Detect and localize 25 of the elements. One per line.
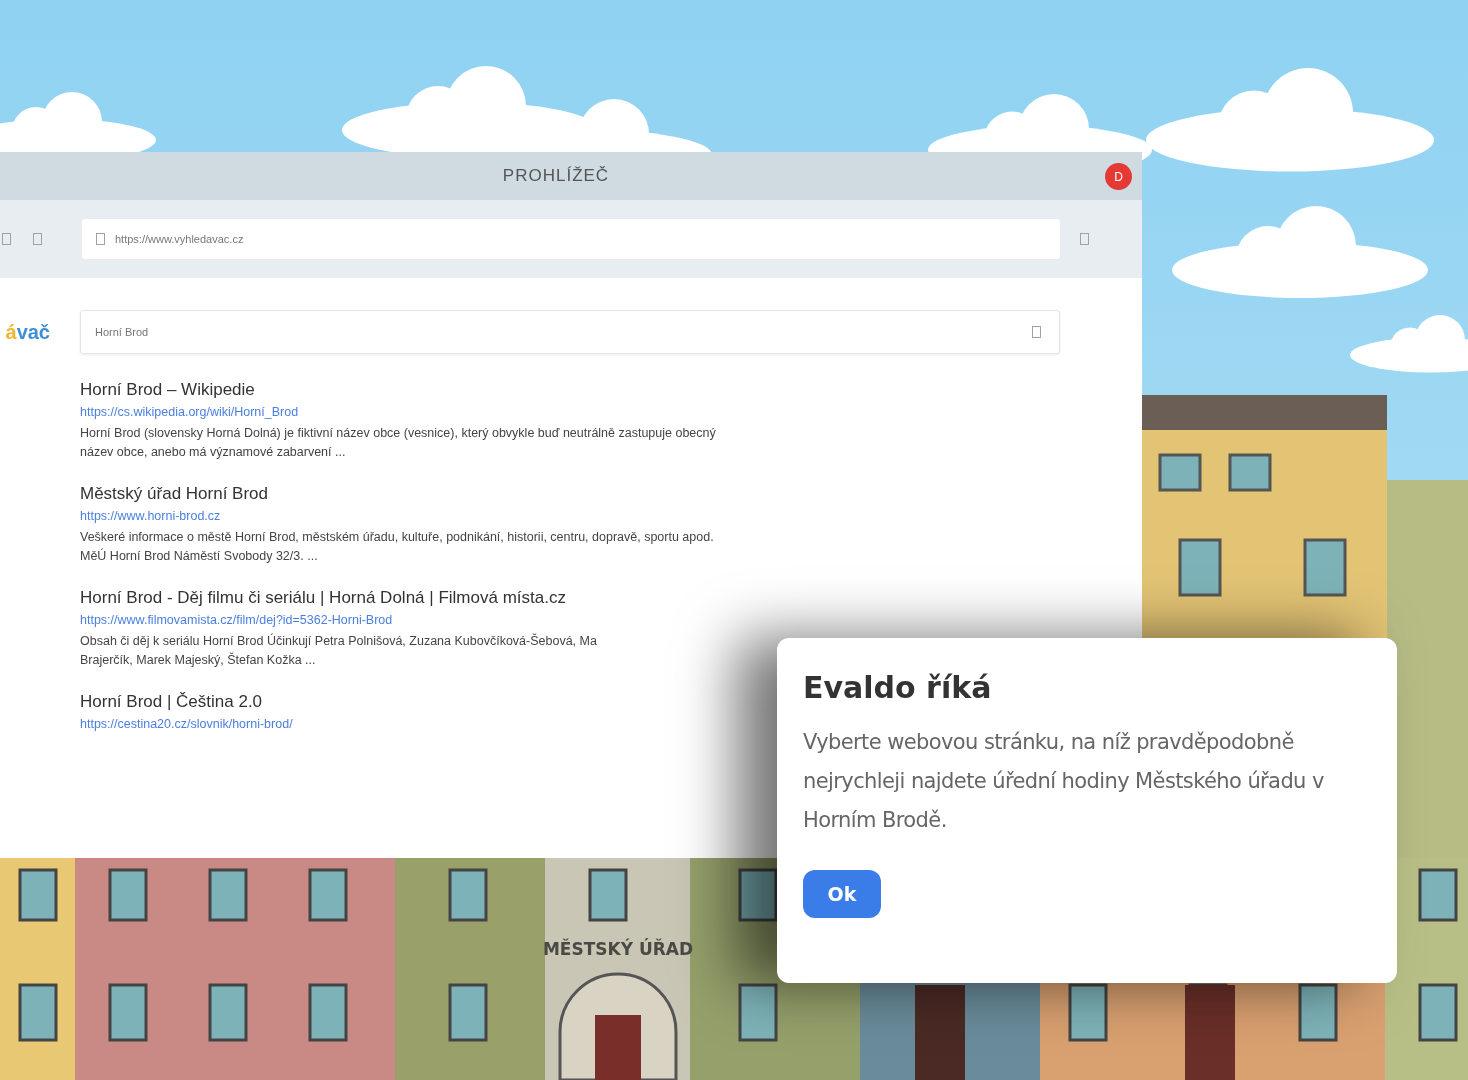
result-snippet: Obsah či děj k seriálu Horní Brod Účinkují Petra Polnišová, Zuzana Kubovčíková-Šebová, Ma Brajerčík, Marek Majeský, Štefan Kožka ... <box>80 632 598 669</box>
box-icon <box>33 233 42 245</box>
dialog-title: Evaldo říká <box>803 670 992 705</box>
result-url-link[interactable]: https://www.horni-brod.cz <box>80 509 1142 523</box>
box-icon <box>1032 326 1041 338</box>
search-engine-logo: ávač <box>4 320 51 344</box>
result-title-link[interactable]: Horní Brod - Děj filmu či seriálu | Horná Dolná | Filmová místa.cz <box>80 588 1142 608</box>
window-title: PROHLÍŽEČ <box>502 166 610 186</box>
dialog-message: Vyberte webovou stránku, na níž pravděpodobně nejrychleji najdete úřední hodiny Městského úřadu v Horním Brodě. <box>803 729 1325 834</box>
box-icon <box>2 233 11 245</box>
close-button[interactable]: D <box>1105 163 1132 190</box>
ok-button[interactable]: Ok <box>803 870 881 918</box>
box-icon <box>1080 233 1089 245</box>
box-icon <box>96 233 105 245</box>
forward-button[interactable] <box>31 231 44 247</box>
result-url-link[interactable]: https://cs.wikipedia.org/wiki/Horní_Brod <box>80 405 1142 419</box>
result-title-link[interactable]: Horní Brod – Wikipedie <box>80 380 1142 400</box>
search-field[interactable]: Horní Brod <box>80 310 1060 354</box>
result-snippet: Horní Brod (slovensky Horná Dolná) je fiktivní název obce (vesnice), který obvykle buď neutrálně zastupuje obecný název obce, anebo má významové zabarvení ... <box>80 425 717 461</box>
result-title-link[interactable]: Městský úřad Horní Brod <box>80 484 1142 504</box>
back-button[interactable] <box>0 231 13 247</box>
address-bar[interactable]: https://www.vyhledavac.cz <box>82 219 1060 259</box>
result-snippet: Veškeré informace o městě Horní Brod, městském úřadu, kultuře, podnikání, historii, centru, dopravě, sportu apod. MěÚ Horní Brod Náměstí Svobody 32/3. ... <box>80 529 715 565</box>
result-url-link[interactable]: https://www.filmovamista.cz/film/dej?id=5362-Horni-Brod <box>80 613 1142 627</box>
toolbar-button[interactable] <box>1078 231 1091 247</box>
